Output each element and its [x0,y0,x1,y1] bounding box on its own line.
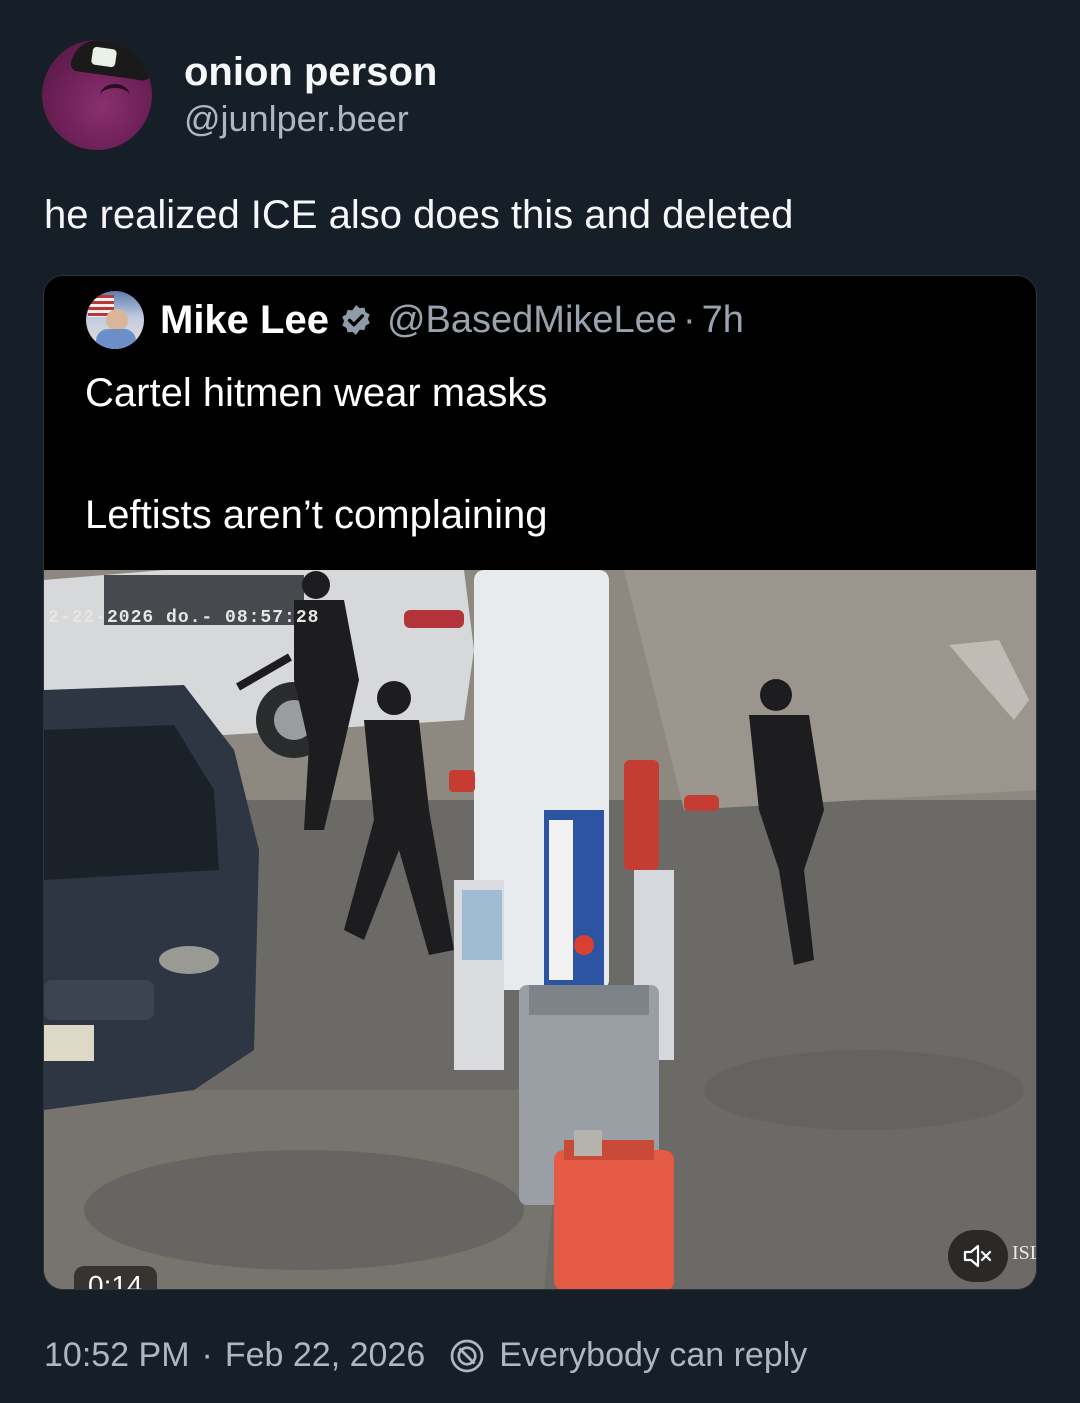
quoted-handle[interactable]: @BasedMikeLee [387,299,677,342]
quoted-author-avatar[interactable] [86,291,144,349]
quoted-time: 7h [701,298,744,341]
quoted-post-header: Mike Lee @BasedMikeLee · 7h [86,290,744,350]
mute-toggle-button[interactable] [948,1230,1008,1282]
quoted-post-embed[interactable]: Mike Lee @BasedMikeLee · 7h Cartel hitme… [43,275,1037,1290]
quoted-video-player[interactable]: 2-22-2026 do.- 08:57:28 0:14 ISL [44,570,1036,1289]
avatar-hat-badge [90,46,118,68]
post-card: onion person @junlper.beer he realized I… [0,0,1080,1403]
reply-setting-label[interactable]: Everybody can reply [499,1336,807,1375]
avatar-person-shirt [96,329,136,349]
footer-separator: · [201,1336,213,1374]
verified-badge-icon [342,305,370,335]
post-header: onion person @junlper.beer [42,40,437,150]
post-text: he realized ICE also does this and delet… [44,193,794,237]
speaker-muted-icon [963,1244,992,1268]
author-display-name[interactable]: onion person [184,49,437,95]
video-timestamp-overlay: 2-22-2026 do.- 08:57:28 [48,608,320,628]
video-watermark: ISL [1012,1242,1036,1264]
author-avatar[interactable] [42,40,152,150]
avatar-face [100,84,130,108]
quoted-text-line-1: Cartel hitmen wear masks [85,371,548,415]
quoted-time-separator: · [682,298,696,341]
quoted-display-name[interactable]: Mike Lee [160,298,329,343]
author-names: onion person @junlper.beer [184,49,437,141]
video-frame-scene [44,570,1036,1289]
post-footer: 10:52 PM · Feb 22, 2026 Everybody can re… [44,1336,807,1375]
author-handle[interactable]: @junlper.beer [184,97,437,141]
video-duration: 0:14 [74,1266,157,1289]
avatar-person-head [106,309,128,331]
quoted-text-line-2: Leftists aren’t complaining [85,493,548,537]
post-date[interactable]: Feb 22, 2026 [225,1336,425,1375]
reply-permission-icon [450,1339,484,1372]
post-time[interactable]: 10:52 PM [44,1336,190,1375]
